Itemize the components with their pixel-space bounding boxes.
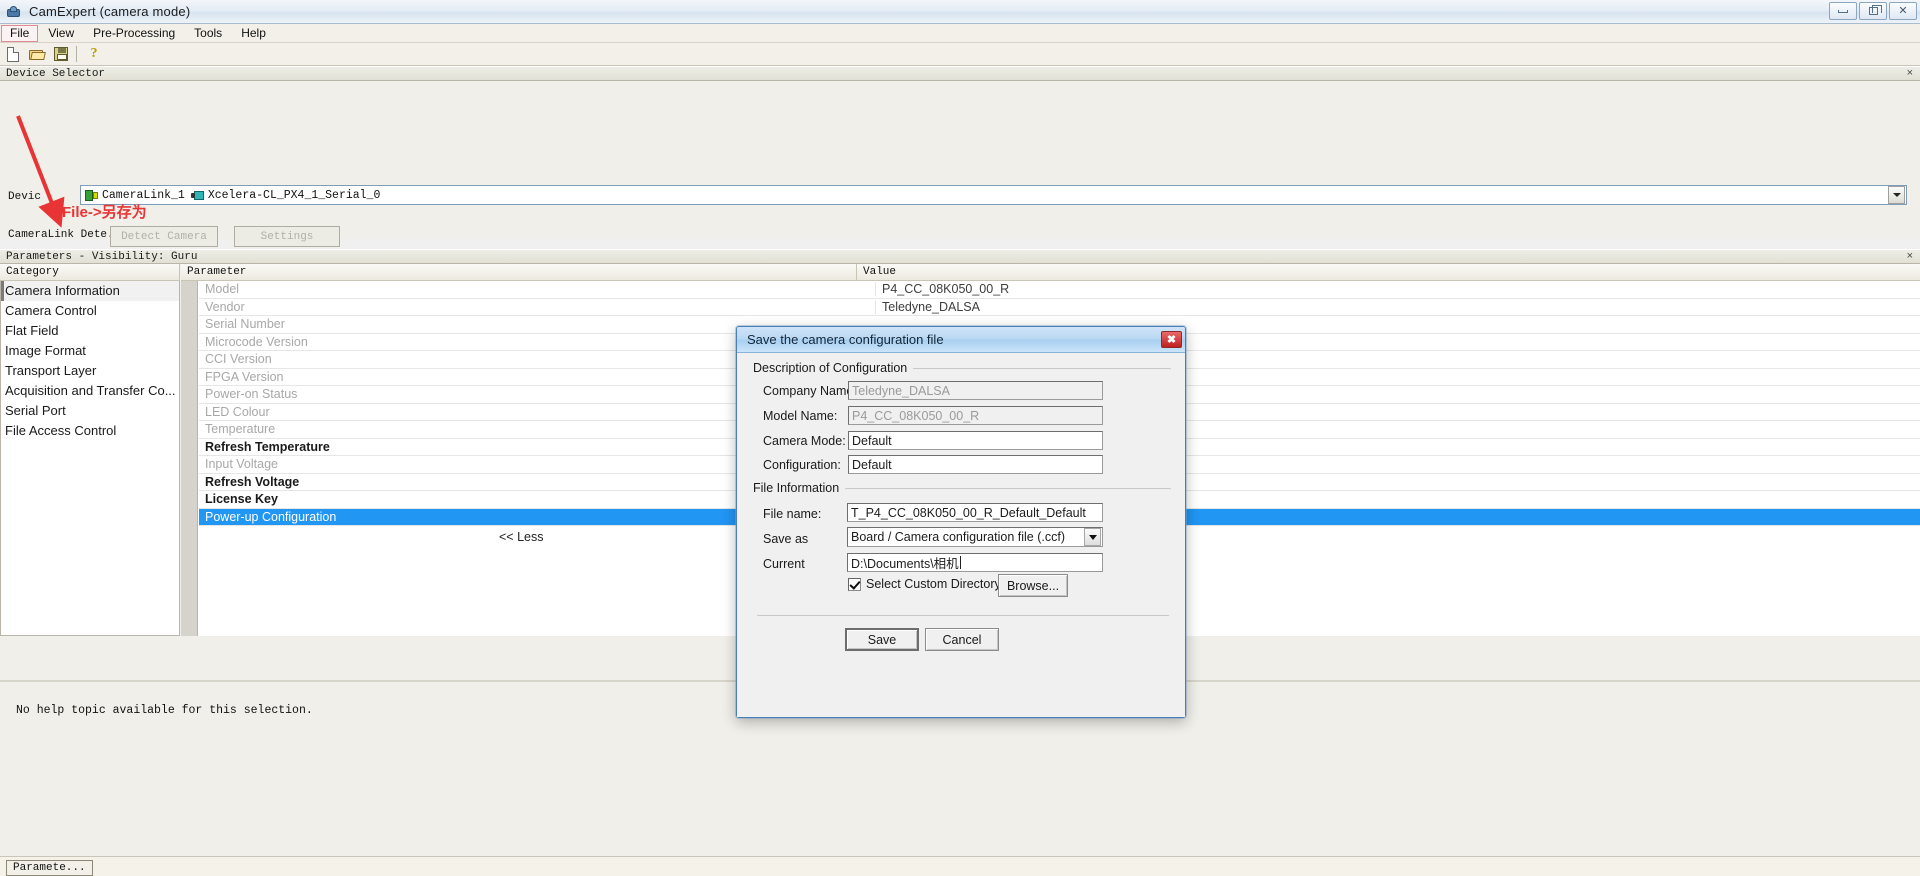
maximize-icon[interactable] — [1859, 2, 1887, 20]
dialog-title: Save the camera configuration file — [747, 332, 944, 347]
save-as-value: Board / Camera configuration file (.ccf) — [851, 530, 1065, 544]
current-label: Current — [763, 557, 805, 571]
checkbox-icon[interactable] — [848, 577, 861, 591]
column-header-parameter: Parameter — [181, 264, 857, 281]
file-name-input[interactable]: T_P4_CC_08K050_00_R_Default_Default — [847, 503, 1103, 522]
parameters-close-icon[interactable]: × — [1904, 251, 1916, 262]
category-item-flat-field[interactable]: Flat Field — [1, 321, 179, 341]
category-item-serial-port[interactable]: Serial Port — [1, 401, 179, 421]
category-list[interactable]: Camera Information Camera Control Flat F… — [0, 281, 180, 636]
category-item-image-format[interactable]: Image Format — [1, 341, 179, 361]
device-chip-board: CameraLink_1 — [85, 189, 185, 202]
table-row[interactable]: Model P4_CC_08K050_00_R — [199, 281, 1920, 299]
less-link[interactable]: << Less — [499, 530, 543, 544]
new-file-icon[interactable] — [2, 44, 24, 64]
window-controls: ✕ — [1829, 2, 1917, 20]
save-file-icon[interactable] — [50, 44, 72, 64]
camera-icon — [190, 190, 204, 201]
help-text: No help topic available for this selecti… — [16, 704, 313, 717]
device-chip-camera: Xcelera-CL_PX4_1_Serial_0 — [190, 188, 381, 202]
company-name-label: Company Name: — [763, 384, 857, 398]
camera-mode-input[interactable]: Default — [848, 431, 1103, 450]
category-item-transport-layer[interactable]: Transport Layer — [1, 361, 179, 381]
chevron-down-icon[interactable] — [1084, 528, 1101, 546]
menu-item-file[interactable]: File — [1, 24, 39, 42]
close-icon[interactable]: ✕ — [1889, 2, 1917, 20]
window-title: CamExpert (camera mode) — [29, 4, 191, 19]
cameralink-detect-label: CameraLink Dete... — [8, 229, 127, 241]
device-combobox[interactable]: CameraLink_1 Xcelera-CL_PX4_1_Serial_0 — [80, 185, 1907, 205]
column-header-category: Category — [0, 264, 180, 281]
configuration-input[interactable]: Default — [848, 455, 1103, 474]
model-name-field: P4_CC_08K050_00_R — [848, 406, 1103, 425]
status-tab-parameters[interactable]: Paramete... — [6, 860, 93, 876]
parameter-grid-gutter — [181, 281, 198, 636]
minimize-icon[interactable] — [1829, 2, 1857, 20]
device-selector-panel: Device Selector × Devic CameraLink_1 Xce… — [0, 66, 1920, 247]
menu-item-pre-processing[interactable]: Pre-Processing — [84, 25, 184, 42]
application-window: CamExpert (camera mode) ✕ File View Pre-… — [0, 0, 1920, 876]
menubar: File View Pre-Processing Tools Help — [0, 24, 1920, 43]
device-selector-body: Devic CameraLink_1 Xcelera-CL_PX4_1_Seri… — [0, 81, 1920, 247]
parameter-value: P4_CC_08K050_00_R — [875, 282, 1920, 297]
open-file-icon[interactable] — [26, 44, 48, 64]
save-as-dropdown[interactable]: Board / Camera configuration file (.ccf) — [847, 527, 1103, 547]
dialog-footer-rule — [757, 615, 1169, 616]
configuration-label: Configuration: — [763, 458, 841, 472]
menu-item-tools[interactable]: Tools — [185, 25, 231, 42]
file-name-label: File name: — [763, 507, 822, 521]
toolbar-separator — [76, 46, 77, 62]
menu-item-help[interactable]: Help — [232, 25, 275, 42]
category-item-camera-information[interactable]: Camera Information — [1, 281, 179, 301]
camera-mode-label: Camera Mode: — [763, 434, 846, 448]
save-button[interactable]: Save — [845, 628, 919, 651]
annotation-text: File->另存为 — [62, 204, 147, 221]
dialog-titlebar: Save the camera configuration file ✖ — [737, 327, 1185, 353]
parameter-value: Teledyne_DALSA — [875, 299, 1920, 314]
model-name-label: Model Name: — [763, 409, 838, 423]
toolbar: ? — [0, 43, 1920, 66]
parameter-name: Vendor — [205, 299, 245, 314]
group-rule-file-information — [843, 488, 1171, 489]
table-row[interactable]: Vendor Teledyne_DALSA — [199, 299, 1920, 316]
company-name-field: Teledyne_DALSA — [848, 381, 1103, 400]
dialog-close-icon[interactable]: ✖ — [1161, 331, 1182, 348]
device-chip-camera-label: Xcelera-CL_PX4_1_Serial_0 — [207, 188, 381, 202]
cancel-button[interactable]: Cancel — [925, 628, 999, 651]
group-label-file-information: File Information — [753, 481, 846, 495]
app-camera-icon — [5, 3, 23, 21]
current-path-input[interactable]: D:\Documents\相机 — [847, 553, 1103, 572]
browse-button[interactable]: Browse... — [998, 574, 1068, 597]
save-as-label: Save as — [763, 532, 809, 546]
statusbar: Paramete... — [0, 856, 1920, 876]
device-selector-close-icon[interactable]: × — [1904, 68, 1916, 79]
parameter-name: Model — [205, 282, 240, 297]
chevron-down-icon[interactable] — [1888, 186, 1905, 204]
group-rule-description — [909, 368, 1171, 369]
device-chip-board-label: CameraLink_1 — [102, 188, 185, 202]
board-icon — [85, 189, 98, 201]
category-item-file-access-control[interactable]: File Access Control — [1, 421, 179, 441]
menu-item-view[interactable]: View — [39, 25, 83, 42]
device-selector-title: Device Selector — [6, 67, 106, 80]
device-label: Devic — [8, 191, 42, 203]
select-custom-directory-checkbox[interactable]: Select Custom Directory — [848, 577, 1001, 591]
parameters-header: Parameters - Visibility: Guru × — [0, 249, 1920, 264]
save-configuration-dialog: Save the camera configuration file ✖ Des… — [735, 325, 1187, 719]
parameters-title: Parameters - Visibility: Guru — [6, 250, 198, 263]
settings-button[interactable]: Settings — [234, 226, 340, 247]
category-item-camera-control[interactable]: Camera Control — [1, 301, 179, 321]
group-label-description: Description of Configuration — [753, 361, 914, 375]
window-titlebar: CamExpert (camera mode) ✕ — [0, 0, 1920, 24]
detect-camera-button[interactable]: Detect Camera — [110, 226, 218, 247]
select-custom-directory-label: Select Custom Directory — [866, 577, 1001, 591]
column-header-value: Value — [857, 264, 1920, 281]
help-icon[interactable]: ? — [83, 44, 105, 64]
category-item-acquisition-and-transfer-control[interactable]: Acquisition and Transfer Co... — [1, 381, 179, 401]
device-selector-header: Device Selector × — [0, 66, 1920, 81]
dialog-body: Description of Configuration Company Nam… — [737, 353, 1185, 717]
